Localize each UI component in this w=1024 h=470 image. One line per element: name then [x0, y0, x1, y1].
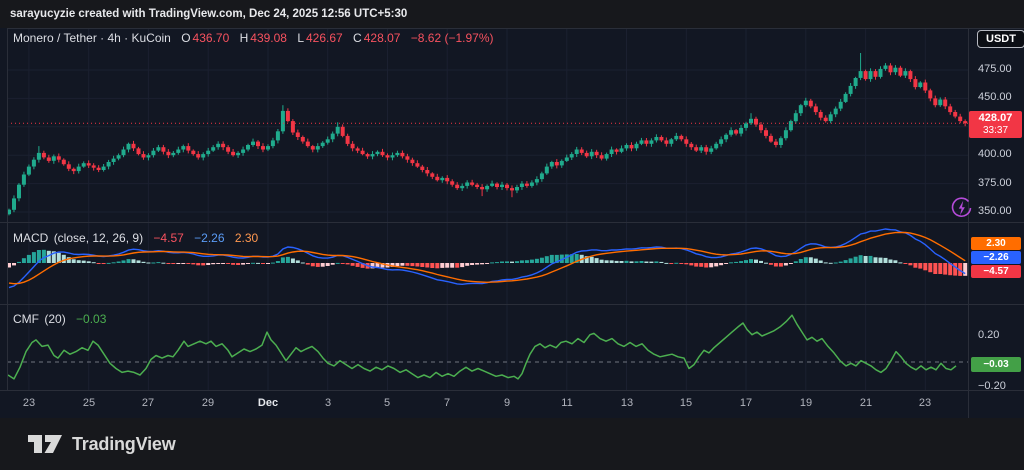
- time-axis-label: 29: [193, 397, 223, 409]
- currency-toggle-badge[interactable]: USDT: [977, 30, 1024, 48]
- change-value: −8.62 (−1.97%): [411, 31, 494, 45]
- time-axis-label: 25: [74, 397, 104, 409]
- time-axis-label: 9: [492, 397, 522, 409]
- time-axis-label: 15: [671, 397, 701, 409]
- low-label: L: [297, 31, 304, 45]
- macd-legend: MACD (close, 12, 26, 9) −4.57 −2.26 2.30: [13, 231, 260, 245]
- chart-left-border: [7, 28, 8, 390]
- time-axis-label: 23: [910, 397, 940, 409]
- time-axis-label: 3: [313, 397, 343, 409]
- cmf-axis-upper: 0.20: [978, 329, 999, 341]
- cmf-legend: CMF (20) −0.03: [13, 312, 108, 326]
- tradingview-logo[interactable]: TradingView: [28, 431, 176, 457]
- cmf-value-badge: −0.03: [971, 357, 1021, 372]
- pane-separator-macd[interactable]: [0, 222, 1024, 223]
- chart-canvas[interactable]: [0, 28, 1024, 418]
- time-axis-label: 19: [791, 397, 821, 409]
- price-axis-label: 450.00: [978, 91, 1012, 103]
- time-axis-label: 5: [372, 397, 402, 409]
- open-label: O: [181, 31, 190, 45]
- footer-bar: TradingView: [0, 418, 1024, 470]
- tradingview-logo-text: TradingView: [72, 434, 176, 455]
- last-price-value: 428.07: [969, 111, 1022, 125]
- low-value: 426.67: [306, 31, 343, 45]
- price-axis-label: 475.00: [978, 63, 1012, 75]
- macd-line-badge: −2.26: [971, 251, 1021, 264]
- tradingview-snapshot: sarayucyzie created with TradingView.com…: [0, 0, 1024, 470]
- close-value: 428.07: [364, 31, 401, 45]
- cmf-value: −0.03: [76, 312, 106, 326]
- close-label: C: [353, 31, 362, 45]
- bar-countdown: 33:37: [969, 125, 1022, 137]
- time-axis-label: Dec: [253, 397, 283, 409]
- price-scale-border[interactable]: [968, 28, 969, 418]
- macd-params: (close, 12, 26, 9): [54, 231, 143, 245]
- cmf-params: (20): [44, 312, 65, 326]
- symbol-title: Monero / Tether · 4h · KuCoin: [13, 31, 171, 45]
- macd-hist-value: −4.57: [153, 231, 183, 245]
- last-price-badge: 428.07 33:37: [969, 111, 1022, 138]
- time-axis[interactable]: 23 25 27 29 Dec 3 5 7 9 11 13 15 17 19 21 23: [0, 390, 1024, 418]
- macd-title: MACD: [13, 231, 48, 245]
- macd-signal-value: 2.30: [235, 231, 258, 245]
- time-axis-label: 7: [432, 397, 462, 409]
- cmf-title: CMF: [13, 312, 39, 326]
- price-axis-label: 375.00: [978, 177, 1012, 189]
- price-axis-label: 350.00: [978, 205, 1012, 217]
- chart-top-border: [7, 28, 1024, 29]
- high-value: 439.08: [250, 31, 287, 45]
- high-label: H: [240, 31, 249, 45]
- attribution-bar: sarayucyzie created with TradingView.com…: [0, 0, 1024, 28]
- price-axis-label: 400.00: [978, 148, 1012, 160]
- time-axis-label: 11: [552, 397, 582, 409]
- open-value: 436.70: [193, 31, 230, 45]
- flash-icon[interactable]: [950, 196, 974, 220]
- time-axis-label: 13: [612, 397, 642, 409]
- time-axis-label: 27: [133, 397, 163, 409]
- macd-hist-badge: −4.57: [971, 265, 1021, 278]
- attribution-text: sarayucyzie created with TradingView.com…: [10, 8, 407, 20]
- time-axis-label: 23: [14, 397, 44, 409]
- price-legend: Monero / Tether · 4h · KuCoin O436.70 H4…: [13, 31, 496, 45]
- tradingview-logo-icon: [28, 431, 64, 457]
- macd-signal-badge: 2.30: [971, 237, 1021, 250]
- time-axis-label: 21: [851, 397, 881, 409]
- time-axis-label: 17: [731, 397, 761, 409]
- macd-line-value: −2.26: [194, 231, 224, 245]
- pane-separator-cmf[interactable]: [0, 304, 1024, 305]
